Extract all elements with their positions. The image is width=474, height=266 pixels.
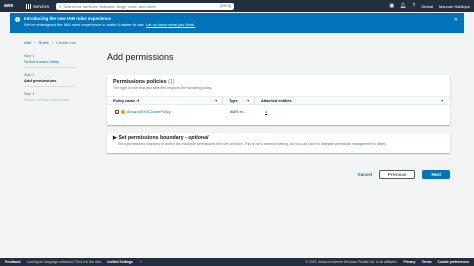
boundary-description: Set a permissions boundary to control th… [118,142,388,146]
cookie-preferences-link[interactable]: Cookie preferences [438,260,469,264]
table-header: Policy name ↗ ▼ Type ▼ Attached entities… [107,96,450,105]
table-row: + AmazonEKSClusterPolicy AWS m... 1 [107,105,450,119]
page-title: Add permissions [107,52,174,62]
permissions-boundary-section[interactable]: ▶ Set permissions boundary - optional Se… [107,133,450,153]
chevron-right-icon: › [51,40,54,45]
search-icon: ⌕ [59,3,62,9]
boundary-optional: optional [188,135,209,141]
info-icon: i [15,17,20,22]
cancel-button[interactable]: Cancel [358,172,372,177]
language-text: Looking for language selection? Find it … [26,260,102,264]
step-3: Step 3 Name, review, and create [24,92,76,105]
policy-name-link[interactable]: AmazonEKSClusterPolicy [127,110,227,114]
policy-count: (1) [168,79,175,85]
step-link[interactable]: Select trusted entity [24,59,76,64]
account-menu[interactable]: Mannan Siddique [439,4,470,9]
flash-message: We've redesigned the IAM roles experienc… [24,22,458,28]
chevron-right-icon: › [34,40,36,45]
feedback-button[interactable]: Feedback [5,260,21,264]
wizard-actions: Cancel Previous Next [358,170,450,179]
boundary-title-text: Set permissions boundary - [118,135,187,141]
step-2: Step 2 Add permissions [24,73,76,87]
step-1: Step 1 Select trusted entity [24,54,76,68]
breadcrumb-roles[interactable]: Roles [38,40,48,45]
permissions-policies-panel: Permissions policies (1) The type of rol… [107,75,450,125]
services-menu[interactable]: Services [26,3,50,9]
footer: Feedback Looking for language selection?… [0,258,474,266]
panel-title: Permissions policies (1) [113,79,444,85]
breadcrumb-current: Create role [56,40,76,45]
copyright: © 2022, Amazon Internet Services Private… [305,260,398,264]
terms-link[interactable]: Terms [422,260,432,264]
breadcrumb: IAM › Roles › Create role [24,40,76,45]
search-input[interactable]: ⌕ Search for services, features, blogs, … [56,2,235,10]
next-button[interactable]: Next [422,170,450,179]
panel-description: The type of role that you selected requi… [113,86,213,90]
cloudshell-icon[interactable]: ▣ [389,3,394,9]
wizard-steps: Step 1 Select trusted entity Step 2 Add … [24,54,76,110]
external-link-icon: ↗ [138,260,142,264]
sort-icon: ▼ [440,98,444,103]
region-selector[interactable]: Global [421,4,433,9]
close-icon[interactable]: ✕ [454,17,458,23]
sort-icon: ▼ [246,98,250,103]
column-type[interactable]: Type ▼ [222,97,254,104]
column-policy-name[interactable]: Policy name ↗ ▼ [107,97,222,104]
sort-icon: ▼ [214,98,218,103]
services-label: Services [33,3,50,9]
external-link-icon: ↗ [136,99,140,103]
aws-managed-policy-icon [121,110,125,114]
policy-type: AWS m... [230,110,246,114]
notifications-icon[interactable]: 🔔︎ [400,3,406,9]
unified-settings-link[interactable]: Unified Settings [107,260,133,264]
info-flash-banner: i Introducing the new IAM roles experien… [10,13,464,33]
attached-entities-count[interactable]: 1 [259,110,267,114]
expand-icon[interactable]: + [115,110,119,114]
column-label: Policy name [113,98,136,103]
caret-right-icon: ▶ [113,135,117,141]
grid-icon [26,3,31,9]
step-disabled: Name, review, and create [24,97,70,102]
panel-title-text: Permissions policies [113,79,167,85]
privacy-link[interactable]: Privacy [404,260,416,264]
help-icon[interactable]: ? [413,3,416,9]
column-label: Type [229,98,238,103]
breadcrumb-iam[interactable]: IAM [24,40,31,45]
step-current: Add permissions [24,78,57,83]
search-shortcut: [Alt+S] [220,4,232,8]
column-label: Attached entities [261,98,292,103]
flash-message-text: We've redesigned the IAM roles experienc… [24,22,145,27]
search-placeholder: Search for services, features, blogs, do… [63,3,156,9]
column-attached-entities[interactable]: Attached entities ▼ [254,97,448,104]
boundary-title[interactable]: ▶ Set permissions boundary - optional [113,135,444,141]
previous-button[interactable]: Previous [378,170,416,179]
feedback-link[interactable]: Let us know what you think. [146,22,195,27]
top-navigation: aws Services ⌕ Search for services, feat… [0,0,474,12]
aws-logo[interactable]: aws [4,3,20,9]
